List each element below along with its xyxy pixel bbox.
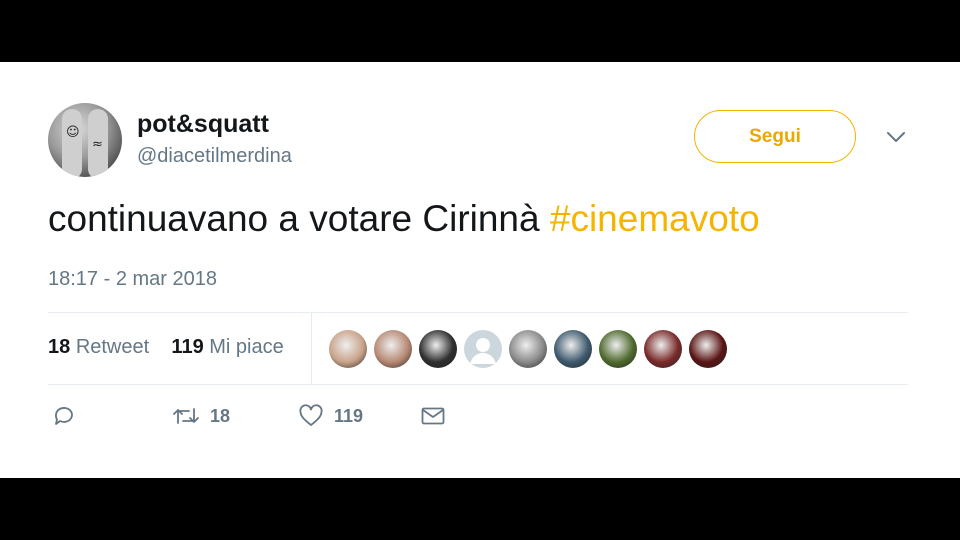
likes-stat[interactable]: 119 Mi piace xyxy=(171,336,283,358)
reply-icon xyxy=(55,407,73,425)
divider-top xyxy=(48,312,908,313)
envelope-icon xyxy=(421,407,445,425)
stats-divider xyxy=(311,313,312,384)
liker-avatar-2[interactable] xyxy=(374,330,412,368)
retweets-label: Retweet xyxy=(75,336,150,358)
chevron-down-icon[interactable] xyxy=(885,128,907,146)
retweets-stat[interactable]: 18 Retweet xyxy=(48,336,149,358)
divider-bottom xyxy=(48,384,908,385)
retweets-count: 18 xyxy=(48,336,71,358)
tweet-body: continuavano a votare Cirinnà xyxy=(48,198,550,239)
user-avatar[interactable]: ☺ ≈ xyxy=(48,103,122,177)
follow-button-label: Segui xyxy=(749,125,801,147)
tweet-text: continuavano a votare Cirinnà #cinemavot… xyxy=(48,198,760,240)
user-handle[interactable]: @diacetilmerdina xyxy=(137,145,292,168)
avatar-finger-left xyxy=(62,109,82,177)
liker-avatar-5[interactable] xyxy=(509,330,547,368)
tweet-stats: 18 Retweet 119 Mi piace xyxy=(48,336,284,359)
default-avatar[interactable] xyxy=(464,330,502,368)
liker-avatar-1[interactable] xyxy=(329,330,367,368)
likes-label: Mi piace xyxy=(209,336,284,358)
hashtag-link[interactable]: #cinemavoto xyxy=(550,198,760,239)
follow-button[interactable]: Segui xyxy=(694,110,856,163)
retweet-action[interactable]: 18 xyxy=(172,404,230,428)
liker-avatar-7[interactable] xyxy=(599,330,637,368)
liker-avatar-6[interactable] xyxy=(554,330,592,368)
likers-list xyxy=(329,330,734,368)
retweet-action-count: 18 xyxy=(210,405,231,426)
user-display-name[interactable]: pot&squatt xyxy=(137,110,269,139)
avatar-doodle-icon-2: ≈ xyxy=(92,137,103,152)
dm-action[interactable] xyxy=(420,404,446,428)
liker-avatar-9[interactable] xyxy=(689,330,727,368)
tweet-timestamp[interactable]: 18:17 - 2 mar 2018 xyxy=(48,268,217,291)
reply-action[interactable] xyxy=(52,404,76,428)
like-action-count: 119 xyxy=(334,405,364,426)
heart-icon xyxy=(299,404,323,426)
retweet-icon xyxy=(173,408,199,424)
like-action[interactable]: 119 xyxy=(298,404,363,428)
liker-avatar-3[interactable] xyxy=(419,330,457,368)
liker-avatar-8[interactable] xyxy=(644,330,682,368)
avatar-doodle-icon: ☺ xyxy=(66,125,80,140)
likes-count: 119 xyxy=(171,336,204,358)
